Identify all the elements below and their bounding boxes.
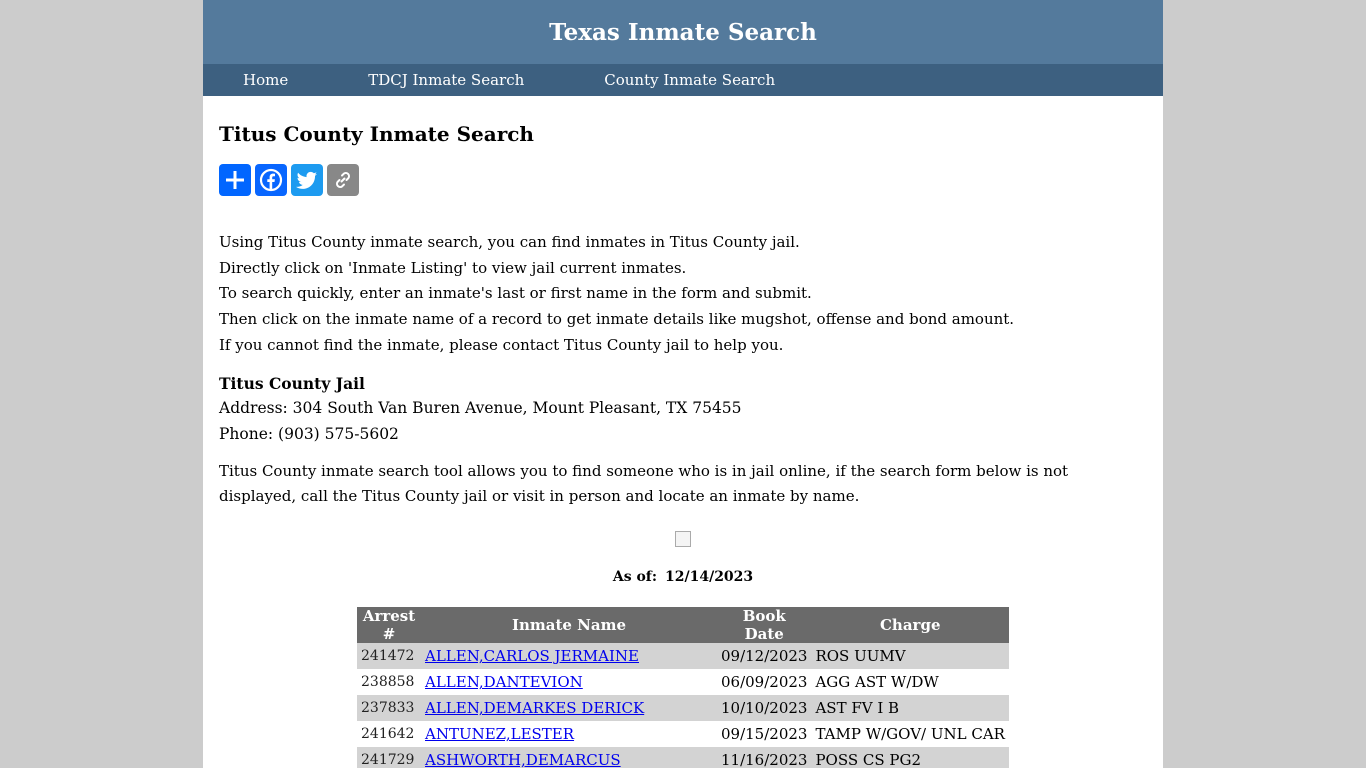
- arrest-number: 238858: [357, 669, 421, 696]
- charge: ROS UUMV: [811, 643, 1009, 670]
- table-row: 241472 ALLEN,CARLOS JERMAINE 09/12/2023 …: [357, 643, 1009, 670]
- col-charge: Charge: [811, 607, 1009, 644]
- arrest-number: 241729: [357, 747, 421, 768]
- col-book-date: Book Date: [717, 607, 812, 644]
- book-date: 11/16/2023: [717, 747, 812, 768]
- inmate-name-cell: ALLEN,CARLOS JERMAINE: [421, 643, 717, 670]
- col-inmate-name: Inmate Name: [421, 607, 717, 644]
- share-bar: [219, 164, 1147, 196]
- tool-description: Titus County inmate search tool allows y…: [219, 459, 1147, 509]
- intro-line-4: Then click on the inmate name of a recor…: [219, 310, 1015, 329]
- table-header-row: Arrest # Inmate Name Book Date Charge: [357, 607, 1009, 644]
- inmate-name-cell: ALLEN,DANTEVION: [421, 669, 717, 696]
- nav-tdcj-link[interactable]: TDCJ Inmate Search: [368, 71, 524, 89]
- broken-image-icon: [675, 531, 691, 548]
- site-title[interactable]: Texas Inmate Search: [549, 19, 817, 46]
- main-content: Titus County Inmate Search Using Titus C…: [203, 122, 1163, 768]
- jail-info: Titus County Jail Address: 304 South Van…: [219, 371, 1147, 448]
- nav-county-link[interactable]: County Inmate Search: [604, 71, 775, 89]
- jail-address: Address: 304 South Van Buren Avenue, Mou…: [219, 399, 742, 418]
- inmate-name-cell: ALLEN,DEMARKES DERICK: [421, 695, 717, 722]
- charge: AST FV I B: [811, 695, 1009, 722]
- site-header: Texas Inmate Search: [203, 0, 1163, 64]
- tool-description-text: Titus County inmate search tool allows y…: [219, 462, 1069, 506]
- arrest-number: 241472: [357, 643, 421, 670]
- inmate-name-link[interactable]: ALLEN,CARLOS JERMAINE: [425, 647, 639, 665]
- inmate-name-cell: ASHWORTH,DEMARCUS: [421, 747, 717, 768]
- page-container: Texas Inmate Search Home TDCJ Inmate Sea…: [203, 0, 1163, 768]
- inmate-table: Arrest # Inmate Name Book Date Charge 24…: [357, 607, 1009, 768]
- nav-home-link[interactable]: Home: [243, 71, 288, 89]
- main-nav: Home TDCJ Inmate Search County Inmate Se…: [203, 64, 1163, 96]
- intro-text: Using Titus County inmate search, you ca…: [219, 230, 1147, 359]
- table-row: 241729 ASHWORTH,DEMARCUS 11/16/2023 POSS…: [357, 747, 1009, 768]
- as-of-line: As of: 12/14/2023: [219, 569, 1147, 585]
- book-date: 09/12/2023: [717, 643, 812, 670]
- arrest-number: 241642: [357, 721, 421, 748]
- table-row: 238858 ALLEN,DANTEVION 06/09/2023 AGG AS…: [357, 669, 1009, 696]
- book-date: 06/09/2023: [717, 669, 812, 696]
- table-row: 237833 ALLEN,DEMARKES DERICK 10/10/2023 …: [357, 695, 1009, 722]
- table-row: 241642 ANTUNEZ,LESTER 09/15/2023 TAMP W/…: [357, 721, 1009, 748]
- inmate-name-cell: ANTUNEZ,LESTER: [421, 721, 717, 748]
- jail-phone: Phone: (903) 575-5602: [219, 424, 399, 443]
- intro-line-2: Directly click on 'Inmate Listing' to vi…: [219, 258, 687, 277]
- charge: POSS CS PG2: [811, 747, 1009, 768]
- share-plus-icon[interactable]: [219, 164, 251, 196]
- book-date: 09/15/2023: [717, 721, 812, 748]
- inmate-name-link[interactable]: ASHWORTH,DEMARCUS: [425, 751, 621, 768]
- copy-link-icon[interactable]: [327, 164, 359, 196]
- intro-line-5: If you cannot find the inmate, please co…: [219, 335, 784, 354]
- book-date: 10/10/2023: [717, 695, 812, 722]
- inmate-name-link[interactable]: ANTUNEZ,LESTER: [425, 725, 574, 743]
- intro-line-3: To search quickly, enter an inmate's las…: [219, 284, 812, 303]
- col-arrest: Arrest #: [357, 607, 421, 644]
- charge: AGG AST W/DW: [811, 669, 1009, 696]
- as-of-date: 12/14/2023: [665, 569, 754, 586]
- jail-name: Titus County Jail: [219, 373, 365, 393]
- arrest-number: 237833: [357, 695, 421, 722]
- page-title: Titus County Inmate Search: [219, 122, 534, 146]
- facebook-icon[interactable]: [255, 164, 287, 196]
- intro-line-1: Using Titus County inmate search, you ca…: [219, 233, 800, 251]
- charge: TAMP W/GOV/ UNL CAR: [811, 721, 1009, 748]
- as-of-label: As of:: [612, 569, 657, 586]
- twitter-icon[interactable]: [291, 164, 323, 196]
- inmate-name-link[interactable]: ALLEN,DANTEVION: [425, 673, 583, 691]
- inmate-name-link[interactable]: ALLEN,DEMARKES DERICK: [425, 699, 644, 717]
